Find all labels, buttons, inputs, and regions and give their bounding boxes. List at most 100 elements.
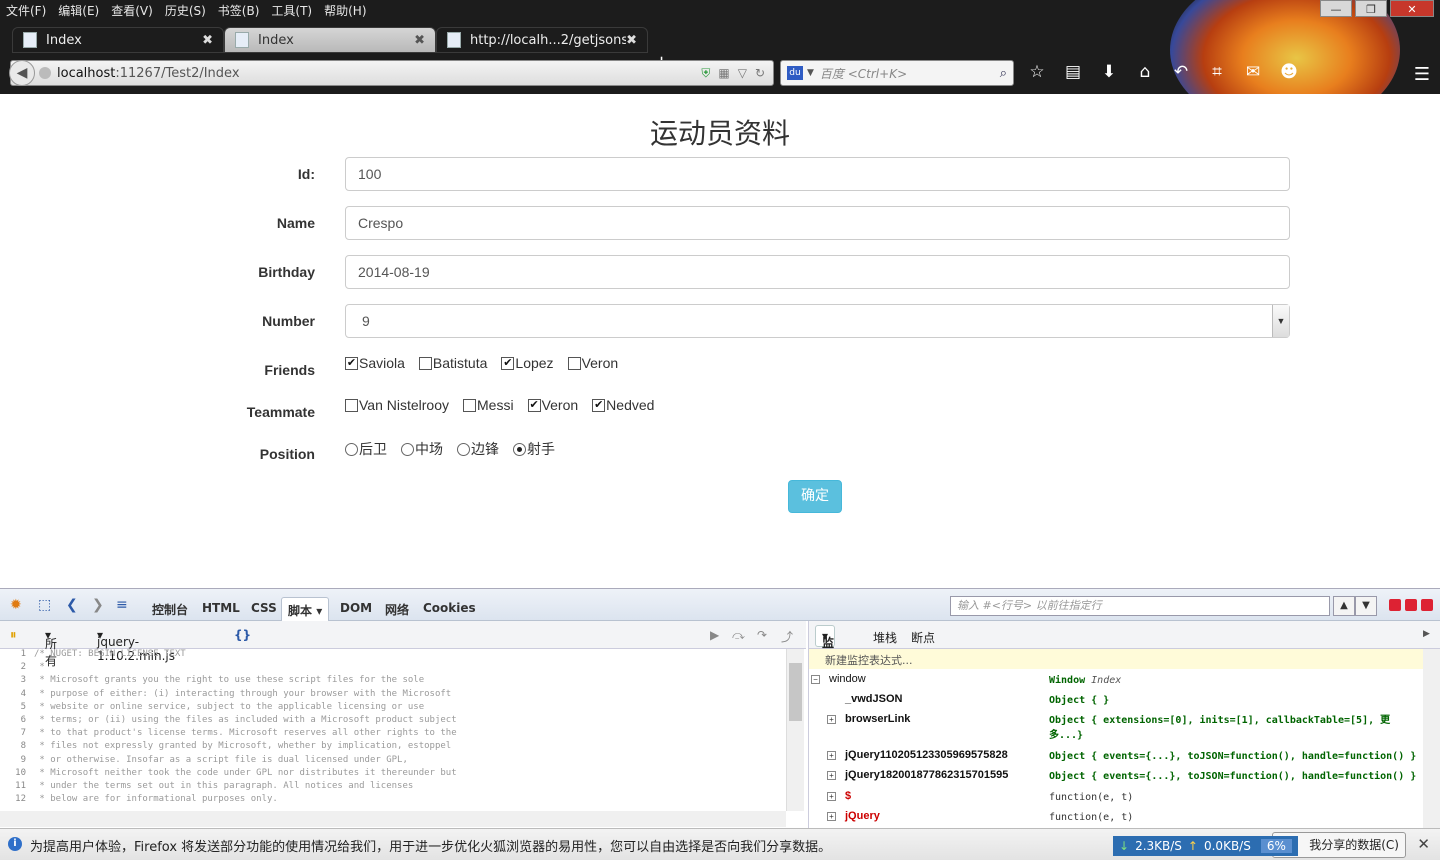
close-tab-icon[interactable]: ✖ xyxy=(414,33,425,48)
back-icon[interactable]: ❮ xyxy=(66,597,78,613)
teammate-option[interactable]: Messi xyxy=(463,397,514,413)
search-icon[interactable]: ⌕ xyxy=(1000,66,1007,81)
expand-icon[interactable]: + xyxy=(827,771,836,780)
checkbox[interactable] xyxy=(418,356,432,370)
url-bar[interactable]: ◀ localhost:11267/Test2/Index ⛨ ▦ ▽ ↻ xyxy=(9,60,774,86)
tab-index-1[interactable]: Index ✖ xyxy=(12,27,224,53)
script-file-dropdown[interactable]: jquery-1.10.2.min.js ▾ xyxy=(97,628,175,663)
pretty-print-button[interactable]: {} xyxy=(234,628,251,642)
menu-tools[interactable]: 工具(T) xyxy=(271,2,312,19)
firebug-close-icon[interactable] xyxy=(1421,599,1433,611)
friend-option[interactable]: Batistuta xyxy=(418,355,487,371)
url-text[interactable]: localhost:11267/Test2/Index xyxy=(57,66,701,81)
qr-code-icon[interactable]: ▦ xyxy=(718,66,729,81)
radio[interactable] xyxy=(457,442,470,456)
checkbox[interactable] xyxy=(463,398,477,412)
tab-dom[interactable]: DOM xyxy=(340,601,372,615)
submit-button[interactable]: 确定 xyxy=(788,480,842,513)
tab-getjsonstr[interactable]: http://localh...2/getjsonstr ✖ xyxy=(436,27,648,53)
close-icon[interactable]: ✕ xyxy=(1417,835,1430,853)
position-option[interactable]: 射手 xyxy=(513,439,555,459)
step-into-icon[interactable]: ↷ xyxy=(757,628,767,642)
expand-icon[interactable]: + xyxy=(827,751,836,760)
expand-panel-icon[interactable]: ▶ xyxy=(1423,629,1430,639)
script-source-view[interactable]: 1/* NUGET: BEGIN LICENSE TEXT 2 * 3 * Mi… xyxy=(0,649,786,811)
checkbox[interactable]: ✔ xyxy=(501,356,515,370)
chevron-down-icon[interactable]: ▼ xyxy=(1272,305,1289,337)
watch-scrollbar[interactable] xyxy=(1423,649,1440,829)
baidu-engine-icon[interactable]: du xyxy=(787,66,803,80)
resume-icon[interactable]: ▶ xyxy=(710,628,719,642)
tab-script[interactable]: 脚本 ▾ xyxy=(281,597,330,621)
tab-index-2[interactable]: Index ✖ xyxy=(224,27,436,53)
crop-screenshot-icon[interactable]: ⌗ xyxy=(1206,62,1228,82)
id-field[interactable]: 100 xyxy=(345,157,1290,191)
position-option[interactable]: 中场 xyxy=(401,439,443,459)
position-option[interactable]: 后卫 xyxy=(345,439,387,459)
code-vertical-scrollbar[interactable] xyxy=(786,649,804,811)
download-icon[interactable]: ⬇ xyxy=(1098,62,1120,82)
tab-breakpoints[interactable]: 断点 xyxy=(911,629,935,646)
network-monitor[interactable]: ↓ 2.3KB/S ↑ 0.0KB/S 6% xyxy=(1113,836,1298,856)
firebug-detach-icon[interactable] xyxy=(1405,599,1417,611)
forward-icon[interactable]: ❯ xyxy=(92,597,104,613)
chevron-down-icon[interactable]: ▼ xyxy=(807,68,814,78)
menu-file[interactable]: 文件(F) xyxy=(6,2,46,19)
friend-option[interactable]: ✔ Saviola xyxy=(345,355,405,371)
firebug-minimize-icon[interactable] xyxy=(1389,599,1401,611)
tab-net[interactable]: 网络 xyxy=(385,601,409,618)
tab-css[interactable]: CSS xyxy=(251,601,277,615)
search-input[interactable]: 百度 <Ctrl+K> xyxy=(820,65,1000,82)
home-icon[interactable]: ⌂ xyxy=(1134,62,1156,82)
friend-option[interactable]: Veron xyxy=(567,355,618,371)
new-watch-expression[interactable]: 新建监控表达式... xyxy=(809,649,1423,669)
radio[interactable] xyxy=(401,442,414,456)
user-icon[interactable]: ☻ xyxy=(1278,62,1300,82)
radio[interactable] xyxy=(513,442,526,456)
bookmarks-list-icon[interactable]: ▤ xyxy=(1062,62,1084,82)
bookmark-star-icon[interactable]: ☆ xyxy=(1026,62,1048,82)
teammate-option[interactable]: ✔ Veron xyxy=(527,397,578,413)
scrollbar-thumb[interactable] xyxy=(789,663,802,721)
checkbox[interactable]: ✔ xyxy=(527,398,541,412)
tab-console[interactable]: 控制台 xyxy=(152,601,188,618)
search-up-icon[interactable]: ▲ xyxy=(1333,596,1355,616)
number-select[interactable]: 9 ▼ xyxy=(345,304,1290,338)
checkbox[interactable] xyxy=(567,356,581,370)
position-option[interactable]: 边锋 xyxy=(457,439,499,459)
close-tab-icon[interactable]: ✖ xyxy=(626,33,637,48)
friend-option[interactable]: ✔ Lopez xyxy=(501,355,554,371)
restore-button[interactable]: ❐ xyxy=(1355,0,1387,17)
tab-stack[interactable]: 堆栈 xyxy=(873,629,897,646)
birthday-field[interactable]: 2014-08-19 xyxy=(345,255,1290,289)
search-down-icon[interactable]: ▼ xyxy=(1355,596,1377,616)
name-field[interactable]: Crespo xyxy=(345,206,1290,240)
expand-icon[interactable]: + xyxy=(827,812,836,821)
reload-icon[interactable]: ↻ xyxy=(755,66,765,81)
menu-help[interactable]: 帮助(H) xyxy=(324,2,366,19)
tab-watch[interactable]: 监控 ▾ xyxy=(815,625,836,667)
checkbox[interactable] xyxy=(345,398,358,412)
site-identity-icon[interactable] xyxy=(39,67,51,79)
filter-dropdown[interactable]: 所有 ▾ xyxy=(45,628,57,668)
step-out-icon[interactable]: ⤴ xyxy=(781,628,793,645)
collapse-icon[interactable]: − xyxy=(811,675,820,684)
star-dropdown-icon[interactable]: ▽ xyxy=(738,66,747,81)
code-horizontal-scrollbar[interactable] xyxy=(0,811,786,827)
hamburger-menu-icon[interactable]: ☰ xyxy=(1414,64,1430,85)
pause-icon[interactable]: ⏸ xyxy=(10,628,17,643)
script-search-input[interactable]: 输入 #<行号> 以前往指定行 xyxy=(950,596,1330,616)
menu-edit[interactable]: 编辑(E) xyxy=(58,2,99,19)
tab-cookies[interactable]: Cookies xyxy=(423,601,476,615)
inspect-icon[interactable]: ⬚ xyxy=(38,597,51,613)
chat-icon[interactable]: ✉ xyxy=(1242,62,1264,82)
tab-html[interactable]: HTML xyxy=(202,601,240,615)
undo-close-icon[interactable]: ↶ xyxy=(1170,62,1192,82)
step-over-icon[interactable]: ⤼ xyxy=(732,628,745,643)
close-window-button[interactable]: ✕ xyxy=(1390,0,1434,17)
firebug-icon[interactable]: ✹ xyxy=(10,597,22,613)
close-tab-icon[interactable]: ✖ xyxy=(202,33,213,48)
minimize-button[interactable]: — xyxy=(1320,0,1352,17)
search-box[interactable]: du ▼ 百度 <Ctrl+K> ⌕ xyxy=(780,60,1014,86)
teammate-option[interactable]: ✔ Nedved xyxy=(592,397,654,413)
